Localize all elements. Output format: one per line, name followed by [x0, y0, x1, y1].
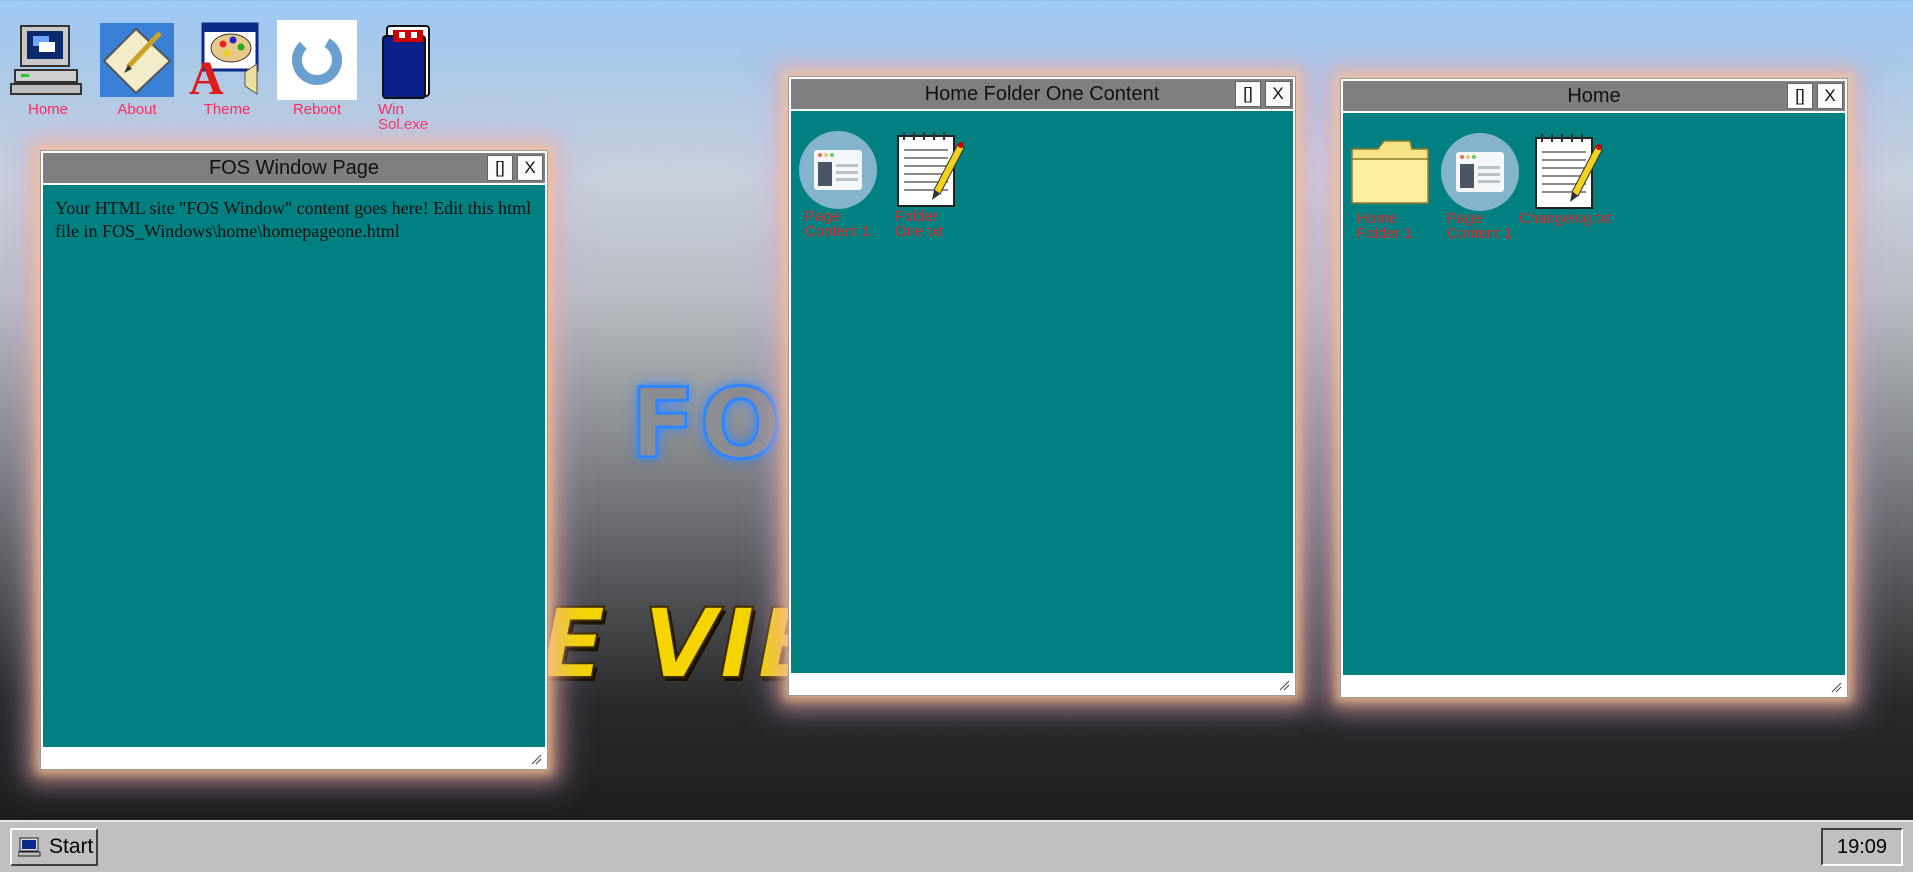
close-button[interactable]: X	[1817, 83, 1843, 109]
about-icon	[97, 20, 177, 100]
file-item-label: Page Content 1	[1447, 210, 1513, 242]
desktop-icon-label: Home	[27, 101, 68, 118]
fos-window-page[interactable]: FOS Window Page [] X Your HTML site "FOS…	[40, 150, 548, 770]
folder-one-window[interactable]: Home Folder One Content [] X Page Conten…	[788, 76, 1296, 696]
web-page-icon	[797, 129, 879, 211]
file-item-label: Folder One.txt	[895, 208, 944, 240]
desktop-icon-label: About	[117, 101, 157, 118]
web-page-icon	[1439, 131, 1521, 213]
resize-grip-icon[interactable]	[1830, 681, 1842, 693]
desktop-icon-about[interactable]: About	[96, 20, 178, 117]
maximize-button[interactable]: []	[1235, 81, 1261, 107]
home-window[interactable]: Home [] X Home Folder 1 Page Content 1 C…	[1340, 78, 1848, 698]
resize-grip-icon[interactable]	[1278, 679, 1290, 691]
window-title: Home	[1567, 85, 1621, 107]
solitaire-icon	[367, 20, 447, 100]
desktop-icon-label: Theme	[203, 101, 251, 118]
desktop-icon-theme[interactable]: A Theme	[186, 20, 268, 117]
resize-grip-icon[interactable]	[530, 753, 542, 765]
reboot-icon	[277, 20, 357, 100]
window-title: FOS Window Page	[208, 157, 380, 179]
start-label: Start	[49, 835, 94, 858]
desktop-icon-win-sol[interactable]: Win Sol.exe	[366, 20, 448, 132]
file-item-label: Changelog.txt	[1519, 210, 1612, 227]
window-titlebar[interactable]: Home Folder One Content [] X	[791, 79, 1293, 109]
window-title: Home Folder One Content	[924, 83, 1160, 105]
computer-icon	[18, 837, 41, 857]
desktop-icon-home[interactable]: Home	[7, 20, 89, 117]
desktop-icon-label: Reboot	[292, 101, 342, 118]
maximize-button[interactable]: []	[1787, 83, 1813, 109]
window-content: Your HTML site "FOS Window" content goes…	[43, 185, 545, 747]
notepad-icon	[887, 129, 969, 211]
theme-palette-icon: A	[187, 20, 267, 100]
close-button[interactable]: X	[1265, 81, 1291, 107]
background-banner-text: E VIE	[539, 587, 825, 701]
svg-text:A: A	[189, 52, 224, 100]
background-logo-text: FO	[628, 367, 786, 482]
file-item-folder-one-txt[interactable]: Folder One.txt	[887, 129, 977, 239]
page-content-text: Your HTML site "FOS Window" content goes…	[55, 198, 532, 241]
window-statusbar	[1343, 677, 1845, 695]
file-item-page-content[interactable]: Page Content 1	[797, 129, 887, 239]
notepad-icon	[1525, 131, 1607, 213]
maximize-button[interactable]: []	[487, 155, 513, 181]
window-titlebar[interactable]: Home [] X	[1343, 81, 1845, 111]
close-button[interactable]: X	[517, 155, 543, 181]
computer-icon	[8, 20, 88, 100]
file-item-label: Home Folder 1	[1357, 210, 1413, 242]
window-statusbar	[43, 749, 545, 767]
window-titlebar[interactable]: FOS Window Page [] X	[43, 153, 545, 183]
file-item-changelog[interactable]: Changelog.txt	[1519, 131, 1639, 226]
start-button[interactable]: Start	[10, 828, 98, 866]
window-content: Home Folder 1 Page Content 1 Changelog.t…	[1343, 113, 1845, 675]
file-item-page-content[interactable]: Page Content 1	[1439, 131, 1529, 241]
desktop-icon-reboot[interactable]: Reboot	[276, 20, 358, 117]
folder-icon	[1349, 131, 1431, 213]
window-statusbar	[791, 675, 1293, 693]
desktop-icon-label: Win Sol.exe	[378, 101, 429, 133]
window-content: Page Content 1 Folder One.txt	[791, 111, 1293, 673]
file-item-label: Page Content 1	[805, 208, 871, 240]
file-item-home-folder[interactable]: Home Folder 1	[1349, 131, 1439, 241]
taskbar-clock: 19:09	[1821, 828, 1903, 866]
taskbar: Start 19:09	[0, 820, 1913, 872]
